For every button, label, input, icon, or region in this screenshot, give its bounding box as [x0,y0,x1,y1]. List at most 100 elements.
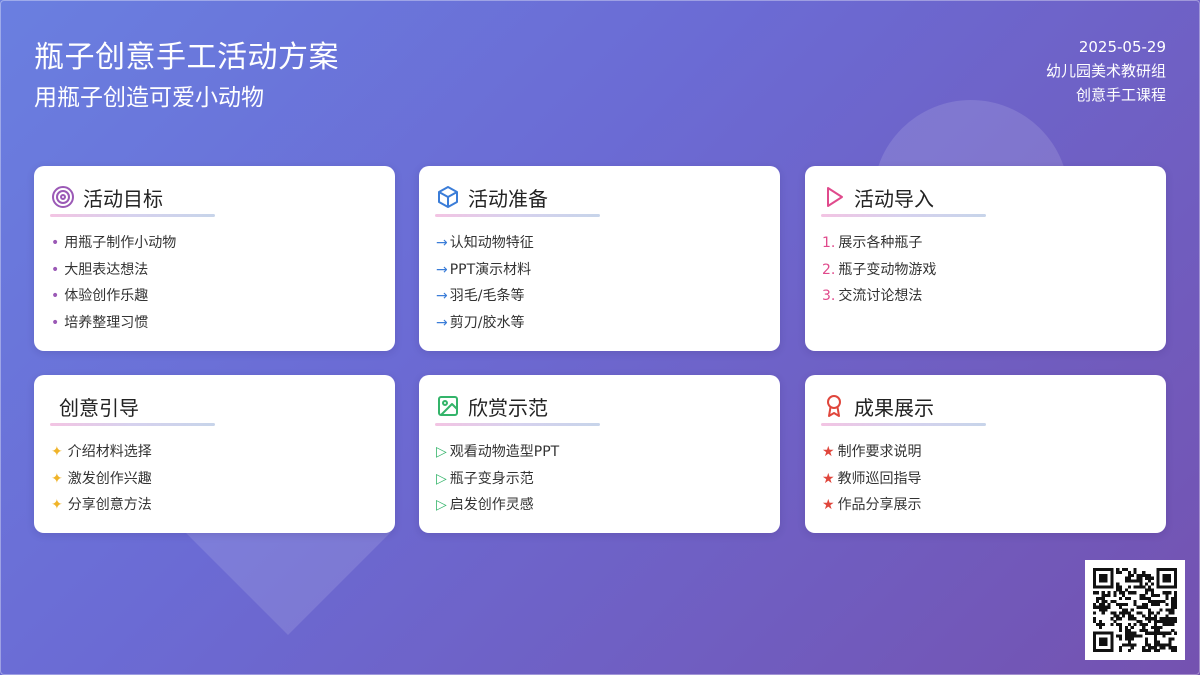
list-item: ★ 制作要求说明 [822,439,922,466]
award-icon [822,394,846,418]
arrow-marker: → [436,315,448,332]
card-appreciation-demo: 欣赏示范 ▷ 观看动物造型PPT ▷ 瓶子变身示范 ▷ 启发创作灵感 [419,375,780,533]
title-underline [50,423,215,426]
list-item-text: 羽毛/毛条等 [449,288,525,305]
list-item: • 大胆表达想法 [51,257,176,284]
bullet-marker: • [51,288,60,305]
card-header: 活动导入 [822,184,934,211]
title-underline [435,214,600,217]
list-item: ▷ 观看动物造型PPT [436,439,559,466]
card-title: 活动准备 [468,186,548,211]
page-subtitle: 用瓶子创造可爱小动物 [34,85,264,111]
list-item: → PPT演示材料 [436,257,534,284]
card-list: ▷ 观看动物造型PPT ▷ 瓶子变身示范 ▷ 启发创作灵感 [436,439,559,519]
list-item-text: 瓶子变身示范 [449,470,534,487]
arrow-marker: → [436,261,448,278]
title-underline [821,423,986,426]
sparkle-marker: ✦ [51,497,63,514]
card-list: ★ 制作要求说明 ★ 教师巡回指导 ★ 作品分享展示 [822,439,922,519]
image-icon [436,394,460,418]
star-marker: ★ [822,444,835,460]
card-list: → 认知动物特征 → PPT演示材料 → 羽毛/毛条等 → 剪刀/胶水等 [436,230,534,337]
card-header: 欣赏示范 [436,393,548,420]
card-title: 成果展示 [854,395,934,420]
title-underline [50,214,215,217]
list-item: ✦ 分享创意方法 [51,492,152,519]
list-item: → 认知动物特征 [436,230,534,257]
list-item-text: 观看动物造型PPT [449,444,560,460]
list-item-text: 剪刀/胶水等 [449,315,525,332]
list-item-text: 教师巡回指导 [837,470,922,487]
star-marker: ★ [822,470,835,487]
sparkle-marker: ✦ [51,444,63,460]
card-header: 活动目标 [51,184,163,211]
list-item-text: 培养整理习惯 [64,315,149,332]
list-item: ✦ 激发创作兴趣 [51,466,152,493]
list-item: ★ 作品分享展示 [822,492,922,519]
list-item-text: 启发创作灵感 [449,497,534,514]
list-item-text: 大胆表达想法 [64,261,149,278]
org-text: 幼儿园美术教研组 [1045,62,1166,80]
bullet-marker: • [51,315,60,332]
list-item-text: 瓶子变动物游戏 [838,261,937,278]
card-list: • 用瓶子制作小动物 • 大胆表达想法 • 体验创作乐趣 • 培养整理习惯 [51,230,176,337]
list-item: ★ 教师巡回指导 [822,466,922,493]
list-item-text: 制作要求说明 [837,444,922,460]
number-marker: 1. [822,235,836,251]
arrow-marker: → [436,288,448,305]
card-header: 活动准备 [436,184,548,211]
list-item-text: 作品分享展示 [837,497,922,514]
list-item: 1. 展示各种瓶子 [822,230,936,257]
triangle-marker: ▷ [436,470,447,487]
list-item: ▷ 瓶子变身示范 [436,466,559,493]
triangle-marker: ▷ [436,444,447,460]
list-item: • 用瓶子制作小动物 [51,230,176,257]
list-item-text: 认知动物特征 [449,235,534,251]
header-meta: 2025-05-29 幼儿园美术教研组 创意手工课程 [1046,35,1166,107]
list-item: → 剪刀/胶水等 [436,310,534,337]
list-item-text: 交流讨论想法 [838,288,923,305]
list-item: • 体验创作乐趣 [51,283,176,310]
bullet-marker: • [51,261,60,278]
card-results-showcase: 成果展示 ★ 制作要求说明 ★ 教师巡回指导 ★ 作品分享展示 [805,375,1166,533]
card-activity-goals: 活动目标 • 用瓶子制作小动物 • 大胆表达想法 • 体验创作乐趣 • 培养整理习惯 [34,166,395,351]
bullet-marker: • [51,235,60,251]
list-item: 2. 瓶子变动物游戏 [822,257,936,284]
qr-code [1085,560,1185,660]
card-title: 欣赏示范 [468,395,548,420]
star-marker: ★ [822,497,835,514]
card-list: 1. 展示各种瓶子 2. 瓶子变动物游戏 3. 交流讨论想法 [822,230,936,310]
decorative-triangle [185,532,391,635]
title-underline [821,214,986,217]
target-icon [51,185,75,209]
list-item-text: 分享创意方法 [67,497,152,514]
list-item: → 羽毛/毛条等 [436,283,534,310]
card-title: 活动导入 [854,186,934,211]
number-marker: 2. [822,261,836,278]
list-item-text: 体验创作乐趣 [64,288,149,305]
card-creative-guidance: 创意引导 ✦ 介绍材料选择 ✦ 激发创作兴趣 ✦ 分享创意方法 [34,375,395,533]
title-underline [435,423,600,426]
cube-icon [436,185,460,209]
list-item-text: 展示各种瓶子 [838,235,923,251]
card-header: 成果展示 [822,393,934,420]
card-title: 活动目标 [83,186,163,211]
list-item: 3. 交流讨论想法 [822,283,936,310]
number-marker: 3. [822,288,836,305]
list-item: ✦ 介绍材料选择 [51,439,152,466]
list-item-text: 用瓶子制作小动物 [64,235,177,251]
card-activity-preparation: 活动准备 → 认知动物特征 → PPT演示材料 → 羽毛/毛条等 → 剪刀/胶水等 [419,166,780,351]
card-header: 创意引导 [51,393,139,420]
card-list: ✦ 介绍材料选择 ✦ 激发创作兴趣 ✦ 分享创意方法 [51,439,152,519]
list-item-text: 介绍材料选择 [67,444,152,460]
list-item-text: PPT演示材料 [449,261,532,278]
arrow-marker: → [436,235,448,251]
list-item: ▷ 启发创作灵感 [436,492,559,519]
course-text: 创意手工课程 [1075,86,1166,104]
card-activity-intro: 活动导入 1. 展示各种瓶子 2. 瓶子变动物游戏 3. 交流讨论想法 [805,166,1166,351]
date-text: 2025-05-29 [1078,38,1166,56]
list-item-text: 激发创作兴趣 [67,470,152,487]
qr-code-pattern [1093,568,1178,653]
page-title: 瓶子创意手工活动方案 [34,40,339,75]
play-icon [822,185,846,209]
